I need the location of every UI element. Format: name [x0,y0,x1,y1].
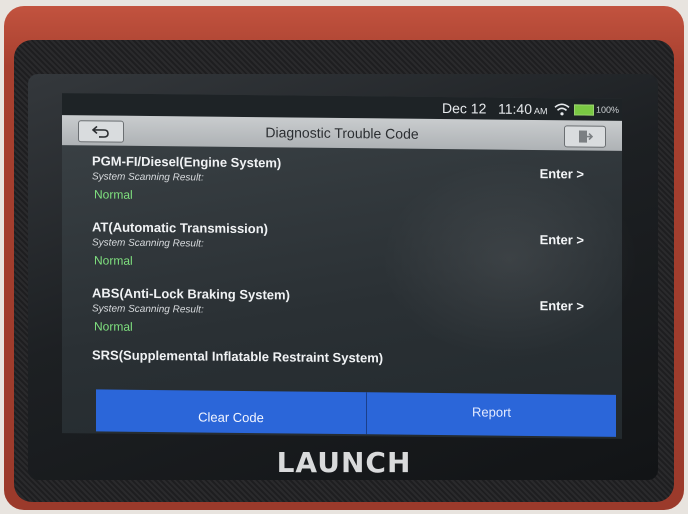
scan-result-status: Normal [94,319,133,334]
system-name: AT(Automatic Transmission) [92,219,269,237]
exit-icon [579,130,593,143]
report-button[interactable]: Report [367,392,616,437]
scan-result-label: System Scanning Result: [92,303,204,316]
status-date: Dec 12 [442,100,487,117]
scan-result-label: System Scanning Result: [92,237,204,250]
enter-button[interactable]: Enter > [540,166,584,181]
status-time: 11:40 AM [498,100,548,117]
scan-result-label: System Scanning Result: [92,171,204,184]
system-name: SRS(Supplemental Inflatable Restraint Sy… [92,347,384,366]
page-title: Diagnostic Trouble Code [265,124,419,142]
system-row-abs[interactable]: ABS(Anti-Lock Braking System) System Sca… [62,279,622,351]
system-row-transmission[interactable]: AT(Automatic Transmission) System Scanni… [62,213,622,285]
scan-result-status: Normal [94,187,133,202]
system-name: PGM-FI/Diesel(Engine System) [92,153,282,171]
brand-logo: LAUNCH [276,446,412,479]
system-row-engine[interactable]: PGM-FI/Diesel(Engine System) System Scan… [62,147,622,219]
exit-button[interactable] [564,125,606,148]
device-screen: Dec 12 11:40 AM 100% Diagnostic Trouble C… [62,93,622,439]
scan-result-status: Normal [94,253,133,268]
enter-button[interactable]: Enter > [540,298,584,313]
enter-button[interactable]: Enter > [540,232,584,247]
clear-code-button[interactable]: Clear Code [96,389,366,434]
battery-percent: 100% [596,104,620,115]
system-name: ABS(Anti-Lock Braking System) [92,285,290,303]
action-bar: Clear Code Report [96,389,616,437]
system-list: PGM-FI/Diesel(Engine System) System Scan… [62,147,622,403]
battery-icon [574,104,594,116]
title-bar: Diagnostic Trouble Code [62,115,622,151]
wifi-icon [554,103,570,116]
